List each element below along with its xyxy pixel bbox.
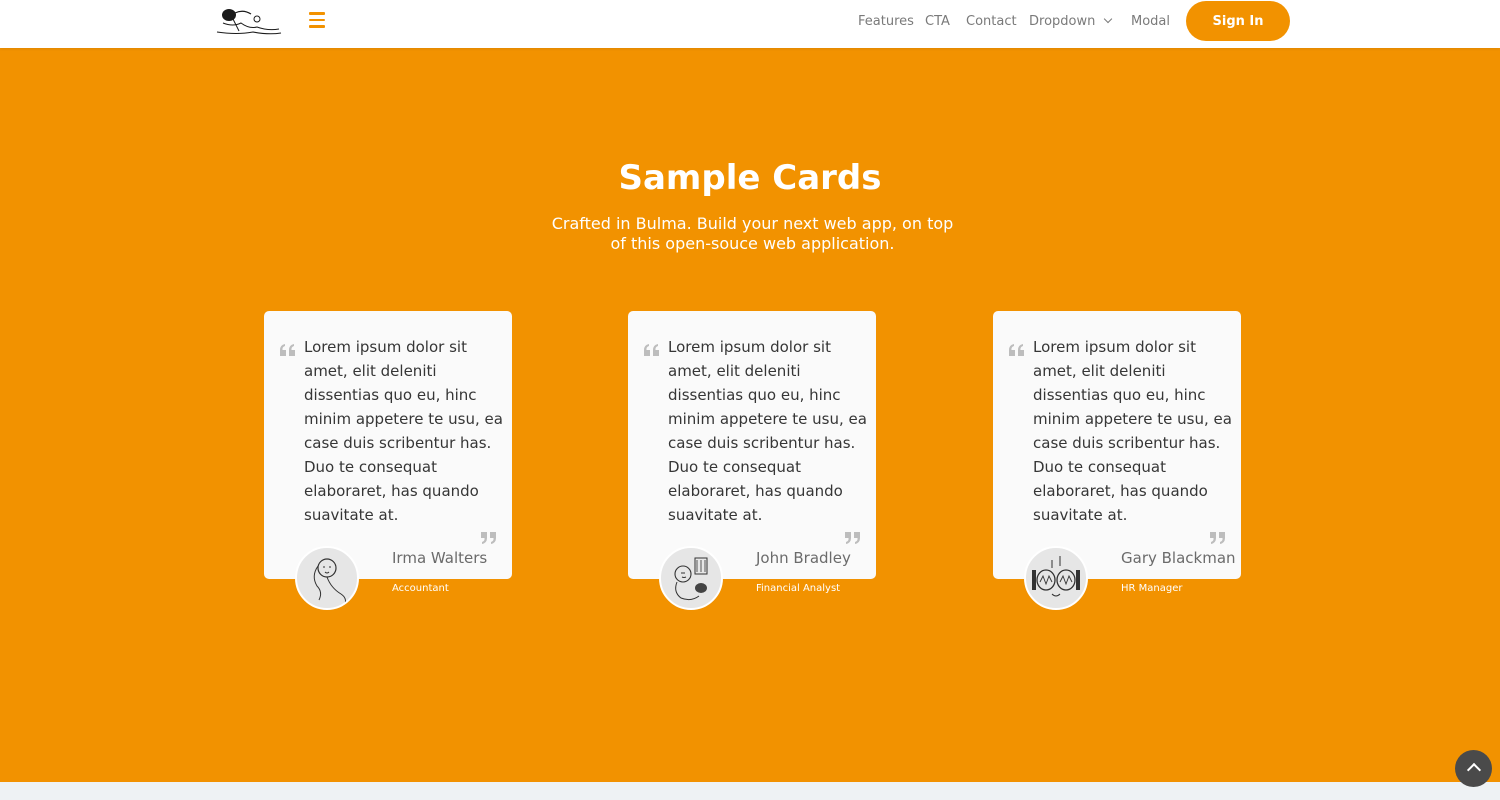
author-role: Financial Analyst (756, 583, 841, 594)
hero-section: Sample Cards Crafted in Bulma. Build you… (0, 48, 1500, 782)
sign-in-button[interactable]: Sign In (1186, 1, 1290, 41)
nav-link-features[interactable]: Features (858, 13, 914, 31)
author-name: Gary Blackman (1121, 549, 1236, 567)
nav-dropdown-label: Dropdown (1029, 14, 1096, 29)
nav-link-cta[interactable]: CTA (925, 13, 950, 31)
testimonial-quote: Lorem ipsum dolor sit amet, elit delenit… (668, 338, 867, 524)
hero-title: Sample Cards (618, 158, 882, 198)
author-name: John Bradley (756, 549, 851, 567)
hero-subtitle: Crafted in Bulma. Build your next web ap… (551, 214, 954, 253)
back-to-top-button[interactable] (1455, 750, 1492, 787)
footer-strip (0, 782, 1500, 800)
sketch-portrait-icon (1032, 556, 1080, 597)
testimonial-card: Lorem ipsum dolor sit amet, elit delenit… (628, 311, 876, 610)
avatar (659, 546, 723, 610)
nav-link-modal[interactable]: Modal (1131, 13, 1170, 31)
logo[interactable] (213, 5, 283, 39)
author-role: Accountant (392, 583, 449, 594)
chevron-down-icon (1104, 14, 1113, 24)
quote-left-icon (1009, 344, 1024, 356)
quote-right-icon (845, 532, 860, 544)
nav-dropdown[interactable]: Dropdown (1029, 13, 1113, 31)
author-name: Irma Walters (392, 549, 488, 567)
testimonial-card: Lorem ipsum dolor sit amet, elit delenit… (993, 311, 1241, 610)
quote-left-icon (280, 344, 295, 356)
nav-link-contact[interactable]: Contact (966, 13, 1017, 31)
avatar (295, 546, 359, 610)
quote-left-icon (644, 344, 659, 356)
sketch-logo-icon (216, 9, 282, 35)
quote-right-icon (1210, 532, 1225, 544)
testimonial-quote: Lorem ipsum dolor sit amet, elit delenit… (304, 338, 503, 524)
testimonial-quote: Lorem ipsum dolor sit amet, elit delenit… (1033, 338, 1232, 524)
navbar: Features CTA Contact Dropdown Modal Sign… (0, 0, 1500, 48)
sketch-portrait-icon (674, 557, 708, 601)
chevron-up-icon (1466, 762, 1482, 778)
testimonial-card: Lorem ipsum dolor sit amet, elit delenit… (264, 311, 512, 610)
avatar (1024, 546, 1088, 610)
quote-right-icon (481, 532, 496, 544)
sketch-portrait-icon (313, 558, 346, 605)
hamburger-icon[interactable] (308, 12, 328, 32)
author-role: HR Manager (1121, 583, 1183, 594)
